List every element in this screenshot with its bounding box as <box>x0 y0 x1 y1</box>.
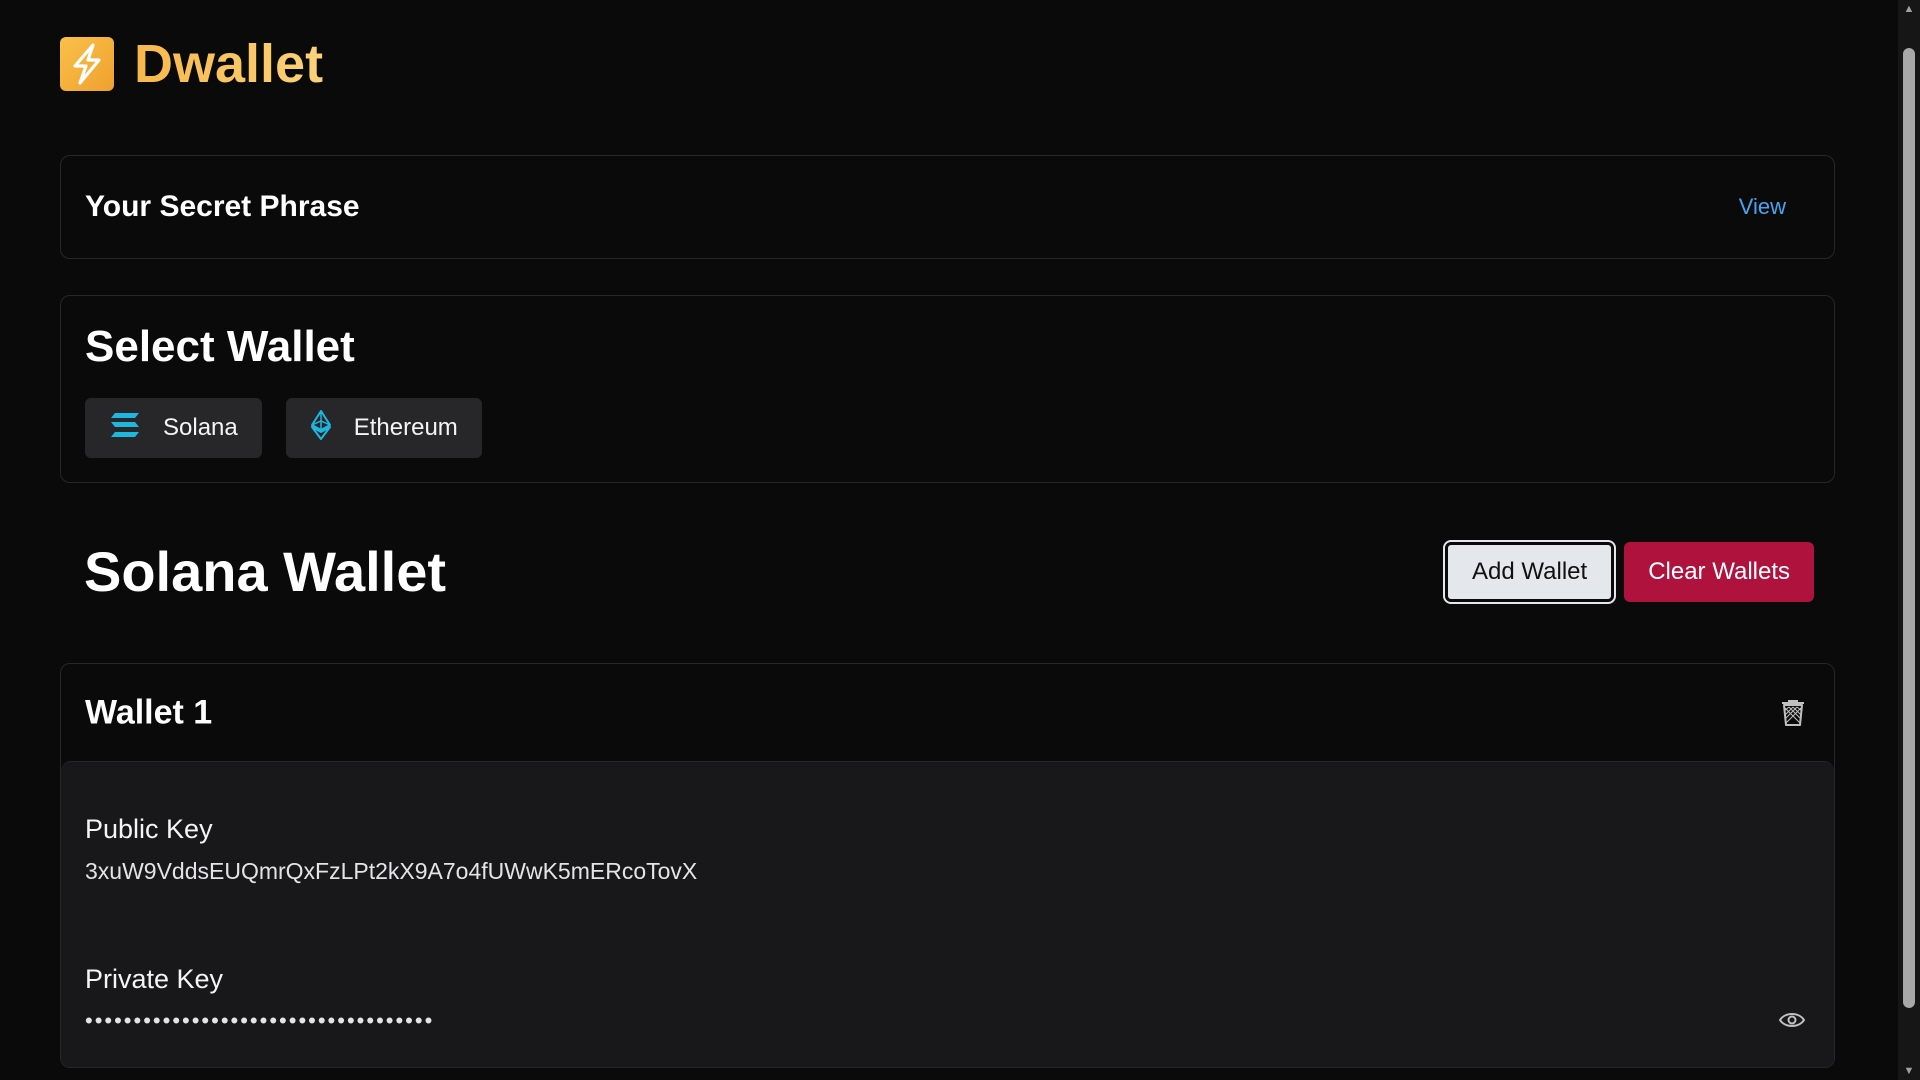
wallet-card: Wallet 1 Public Key 3xuW9VddsEUQmrQxFzLP… <box>60 663 1835 1068</box>
scroll-up-arrow-icon[interactable]: ▲ <box>1898 0 1920 18</box>
private-key-label: Private Key <box>85 964 224 994</box>
clear-wallets-button[interactable]: Clear Wallets <box>1624 542 1814 602</box>
secret-phrase-card[interactable]: Your Secret Phrase View <box>60 155 1835 259</box>
wallet-section-header: Solana Wallet Add Wallet Clear Wallets <box>84 540 1814 604</box>
wallet-actions: Add Wallet Clear Wallets <box>1443 540 1814 604</box>
public-key-value[interactable]: 3xuW9VddsEUQmrQxFzLPt2kX9A7o4fUWwK5mERco… <box>85 858 697 885</box>
page: Dwallet Your Secret Phrase View Select W… <box>0 0 1898 1080</box>
app-title: Dwallet <box>134 34 324 94</box>
select-wallet-title: Select Wallet <box>85 322 355 371</box>
solana-label: Solana <box>163 414 238 441</box>
ethereum-label: Ethereum <box>353 414 458 441</box>
select-wallet-card: Select Wallet Solana Ethereum <box>60 295 1835 483</box>
lightning-logo-icon <box>60 37 114 91</box>
private-key-value[interactable]: •••••••••••••••••••••••••••••••••••• <box>85 1008 434 1034</box>
wallet-keys-panel: Public Key 3xuW9VddsEUQmrQxFzLPt2kX9A7o4… <box>61 761 1834 1067</box>
chain-options: Solana Ethereum <box>85 398 482 458</box>
public-key-label: Public Key <box>85 814 213 844</box>
ethereum-button[interactable]: Ethereum <box>285 398 482 458</box>
scroll-thumb[interactable] <box>1903 48 1915 1008</box>
solana-button[interactable]: Solana <box>85 398 262 458</box>
wallet-name: Wallet 1 <box>85 693 213 731</box>
add-wallet-button[interactable]: Add Wallet <box>1443 540 1617 604</box>
scroll-down-arrow-icon[interactable]: ▼ <box>1898 1062 1920 1080</box>
secret-phrase-title: Your Secret Phrase <box>85 190 360 223</box>
view-secret-phrase-link[interactable]: View <box>1739 194 1786 220</box>
solana-icon <box>109 411 141 446</box>
ethereum-icon <box>310 409 332 447</box>
scrollbar[interactable]: ▲ ▼ <box>1898 0 1920 1080</box>
app-header: Dwallet <box>60 37 323 91</box>
eye-icon[interactable] <box>1778 1010 1806 1030</box>
wallet-card-header: Wallet 1 <box>61 664 1834 761</box>
wallet-section-title: Solana Wallet <box>84 540 447 603</box>
trash-icon[interactable] <box>1780 699 1806 727</box>
